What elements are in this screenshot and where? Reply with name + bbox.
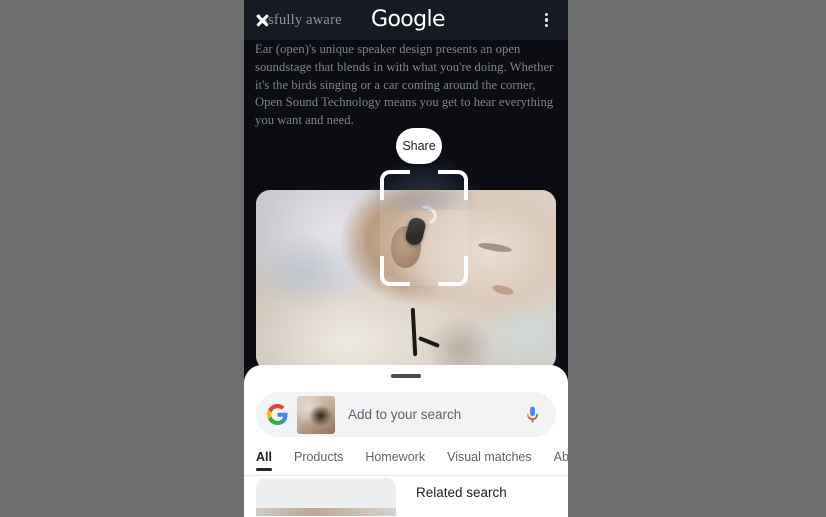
close-icon[interactable] xyxy=(254,11,271,28)
sheet-drag-handle[interactable] xyxy=(391,374,421,378)
article-body-text: Ear (open)'s unique speaker design prese… xyxy=(255,42,554,128)
tab-homework[interactable]: Homework xyxy=(365,450,425,471)
google-wordmark: Google xyxy=(371,7,446,32)
tab-all[interactable]: All xyxy=(256,450,272,471)
google-g-icon xyxy=(267,404,288,425)
result-card[interactable] xyxy=(256,478,396,516)
tab-visual-matches[interactable]: Visual matches xyxy=(447,450,532,471)
more-vert-icon[interactable] xyxy=(538,11,556,29)
bottom-sheet: Add to your search All Products Homework… xyxy=(244,365,568,517)
phone-viewport: issfully aware Google Ear (open)'s uniqu… xyxy=(244,0,568,517)
result-card-image xyxy=(256,508,396,516)
tab-about-this-image[interactable]: About th xyxy=(554,450,568,471)
photo-image xyxy=(256,190,556,370)
search-input[interactable]: Add to your search xyxy=(256,392,556,437)
search-placeholder: Add to your search xyxy=(348,407,462,422)
search-thumbnail-image[interactable] xyxy=(297,395,335,434)
microphone-icon[interactable] xyxy=(523,405,542,424)
tab-products[interactable]: Products xyxy=(294,450,343,471)
app-bar: issfully aware Google xyxy=(244,0,568,40)
share-button[interactable]: Share xyxy=(396,128,442,164)
related-search-label: Related search xyxy=(416,485,507,500)
results-row: Related search xyxy=(244,478,568,517)
captured-photo[interactable] xyxy=(256,190,556,370)
tab-bar: All Products Homework Visual matches Abo… xyxy=(244,446,568,476)
